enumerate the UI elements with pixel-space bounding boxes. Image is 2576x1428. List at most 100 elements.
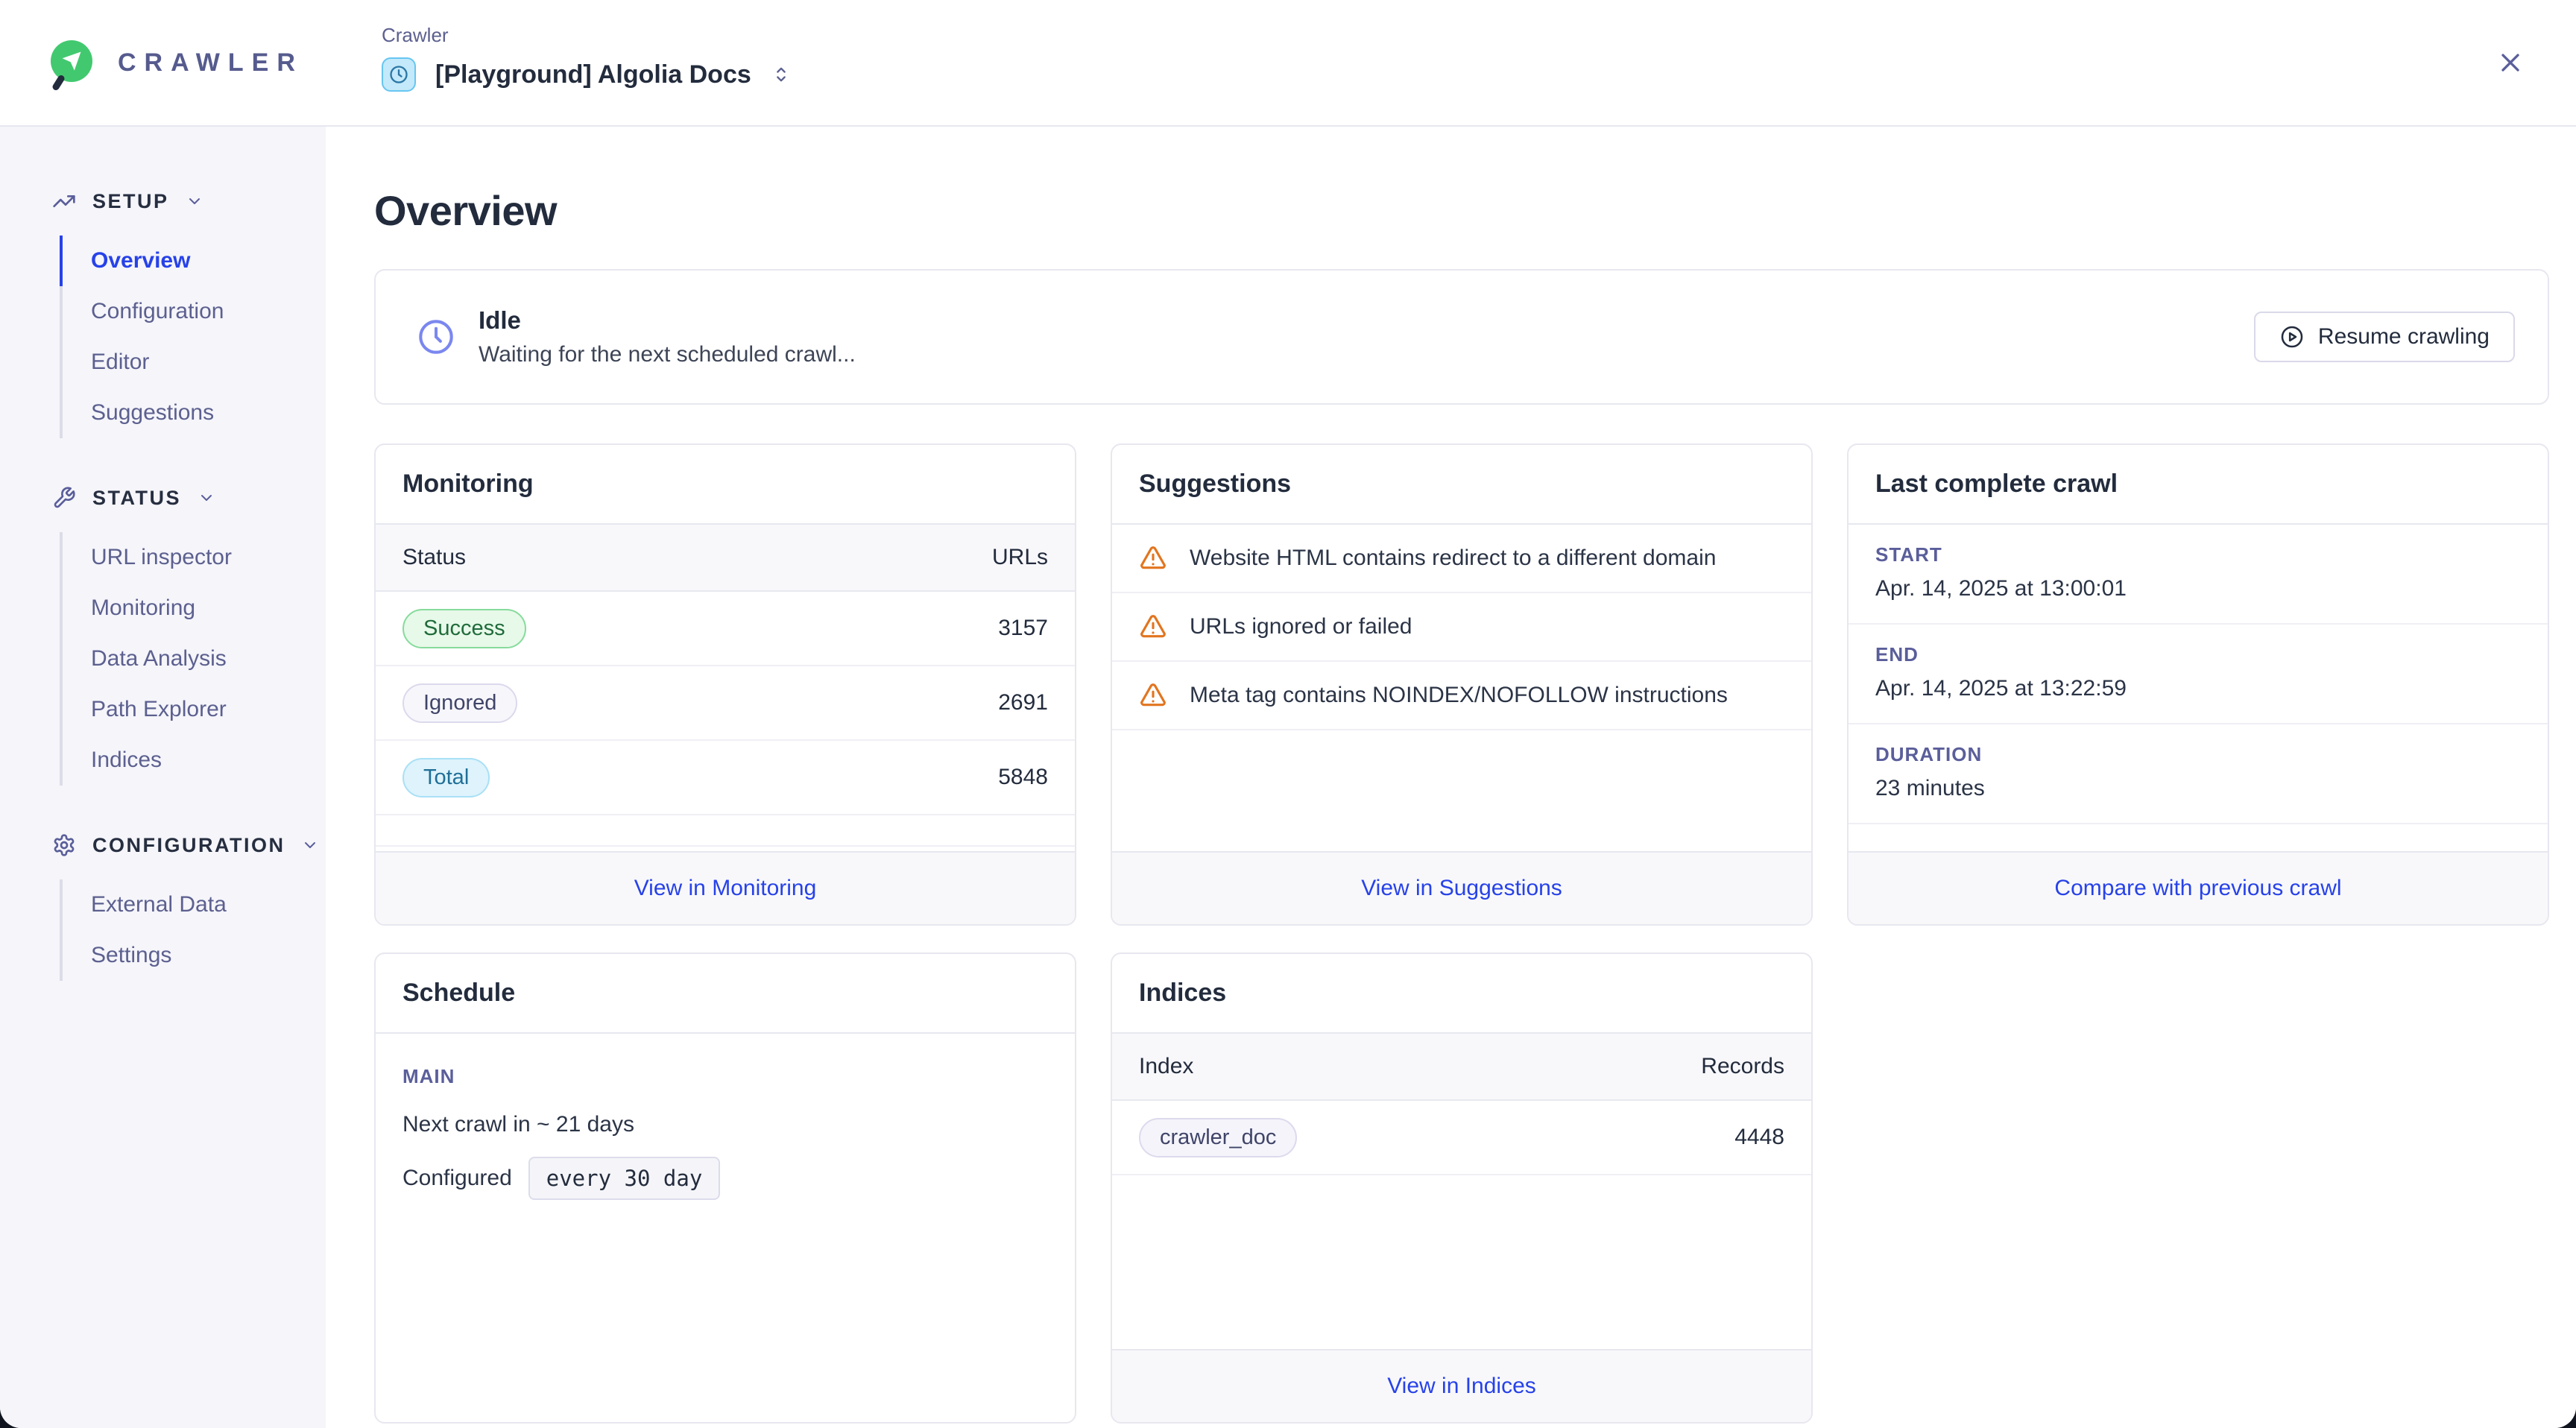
close-button[interactable] xyxy=(2494,46,2527,79)
last-crawl-card-title: Last complete crawl xyxy=(1849,445,2548,525)
app-header: CRAWLER Crawler [Playground] Algolia Doc… xyxy=(0,0,2576,127)
suggestions-card-title: Suggestions xyxy=(1112,445,1811,525)
column-status: Status xyxy=(402,545,466,570)
last-complete-crawl-card: Last complete crawl START Apr. 14, 2025 … xyxy=(1847,443,2549,926)
sidebar-item-monitoring[interactable]: Monitoring xyxy=(60,583,326,634)
crawler-selector[interactable]: Crawler [Playground] Algolia Docs xyxy=(382,24,792,92)
sidebar-section-setup-header[interactable]: SETUP xyxy=(0,189,326,213)
crawl-status-title: Idle xyxy=(479,306,856,335)
last-crawl-duration-field: DURATION 23 minutes xyxy=(1849,724,2548,824)
field-label: DURATION xyxy=(1875,743,2521,766)
main-content: Overview Idle Waiting for the next sched… xyxy=(326,127,2576,1428)
sidebar-item-suggestions[interactable]: Suggestions xyxy=(60,388,326,438)
gear-icon xyxy=(52,833,76,857)
schedule-card-title: Schedule xyxy=(376,954,1075,1034)
sidebar-section-status-header[interactable]: STATUS xyxy=(0,486,326,510)
page-title: Overview xyxy=(374,186,2549,235)
last-crawl-end-field: END Apr. 14, 2025 at 13:22:59 xyxy=(1849,625,2548,724)
sidebar-item-path-explorer[interactable]: Path Explorer xyxy=(60,684,326,735)
schedule-group-label: MAIN xyxy=(402,1065,1048,1088)
sidebar-item-settings[interactable]: Settings xyxy=(60,930,326,981)
sidebar-item-data-analysis[interactable]: Data Analysis xyxy=(60,634,326,684)
suggestion-text: Website HTML contains redirect to a diff… xyxy=(1190,546,1716,571)
chevron-down-icon xyxy=(198,489,215,507)
sidebar-section-status: STATUS URL inspector Monitoring Data Ana… xyxy=(0,486,326,786)
crawler-logo: CRAWLER xyxy=(51,40,303,85)
crawler-logo-icon xyxy=(51,40,95,85)
table-row: Ignored 2691 xyxy=(376,666,1075,741)
warning-triangle-icon xyxy=(1139,681,1167,710)
last-crawl-card-footer: Compare with previous crawl xyxy=(1849,851,2548,924)
table-row: Success 3157 xyxy=(376,592,1075,666)
suggestion-item[interactable]: URLs ignored or failed xyxy=(1112,593,1811,662)
monitoring-card-footer: View in Monitoring xyxy=(376,851,1075,924)
table-row: crawler_doc 4448 xyxy=(1112,1101,1811,1175)
status-badge-total: Total xyxy=(402,758,490,797)
sidebar-section-configuration: CONFIGURATION External Data Settings xyxy=(0,833,326,981)
indices-card-footer: View in Indices xyxy=(1112,1349,1811,1422)
suggestions-card: Suggestions Website HTML contains redire… xyxy=(1111,443,1813,926)
close-icon xyxy=(2496,48,2525,78)
clock-icon xyxy=(416,317,456,357)
column-urls: URLs xyxy=(992,545,1048,570)
last-crawl-start-field: START Apr. 14, 2025 at 13:00:01 xyxy=(1849,525,2548,625)
column-records: Records xyxy=(1701,1054,1784,1079)
sidebar-item-editor[interactable]: Editor xyxy=(60,337,326,388)
indices-card-title: Indices xyxy=(1112,954,1811,1034)
schedule-card: Schedule MAIN Next crawl in ~ 21 days Co… xyxy=(374,952,1076,1424)
suggestion-text: URLs ignored or failed xyxy=(1190,614,1412,639)
sidebar-item-url-inspector[interactable]: URL inspector xyxy=(60,532,326,583)
indices-card: Indices Index Records crawler_doc 4448 V… xyxy=(1111,952,1813,1424)
suggestion-item[interactable]: Meta tag contains NOINDEX/NOFOLLOW instr… xyxy=(1112,662,1811,730)
play-circle-icon xyxy=(2279,324,2305,350)
warning-triangle-icon xyxy=(1139,544,1167,572)
suggestion-item[interactable]: Website HTML contains redirect to a diff… xyxy=(1112,525,1811,593)
resume-crawling-label: Resume crawling xyxy=(2318,324,2490,350)
suggestions-card-footer: View in Suggestions xyxy=(1112,851,1811,924)
empty-row xyxy=(376,815,1075,847)
suggestion-text: Meta tag contains NOINDEX/NOFOLLOW instr… xyxy=(1190,683,1728,708)
sidebar: SETUP Overview Configuration Editor Sugg… xyxy=(0,127,326,1428)
urls-count: 2691 xyxy=(998,690,1048,715)
chevron-down-icon xyxy=(186,192,203,210)
sidebar-section-setup: SETUP Overview Configuration Editor Sugg… xyxy=(0,189,326,438)
crawl-status-subtitle: Waiting for the next scheduled crawl... xyxy=(479,342,856,367)
index-name-pill[interactable]: crawler_doc xyxy=(1139,1118,1297,1157)
monitoring-card-title: Monitoring xyxy=(376,445,1075,525)
chevron-down-icon xyxy=(301,836,319,854)
sidebar-item-external-data[interactable]: External Data xyxy=(60,879,326,930)
crawler-clock-tile-icon xyxy=(382,57,416,92)
records-count: 4448 xyxy=(1734,1125,1784,1150)
view-in-monitoring-link[interactable]: View in Monitoring xyxy=(634,876,817,900)
field-value: 23 minutes xyxy=(1875,776,2521,801)
status-badge-ignored: Ignored xyxy=(402,683,517,723)
table-row: Total 5848 xyxy=(376,741,1075,815)
crawl-status-banner: Idle Waiting for the next scheduled craw… xyxy=(374,269,2549,405)
urls-count: 5848 xyxy=(998,765,1048,790)
field-value: Apr. 14, 2025 at 13:22:59 xyxy=(1875,676,2521,701)
next-crawl-text: Next crawl in ~ 21 days xyxy=(402,1112,1048,1137)
sidebar-item-configuration[interactable]: Configuration xyxy=(60,286,326,337)
urls-count: 3157 xyxy=(998,616,1048,641)
sidebar-item-overview[interactable]: Overview xyxy=(60,236,326,286)
compare-previous-crawl-link[interactable]: Compare with previous crawl xyxy=(2054,876,2341,900)
field-label: START xyxy=(1875,543,2521,566)
sidebar-item-indices[interactable]: Indices xyxy=(60,735,326,786)
crawler-selector-label: Crawler xyxy=(382,24,792,47)
chevrons-up-down-icon[interactable] xyxy=(771,64,792,85)
resume-crawling-button[interactable]: Resume crawling xyxy=(2254,312,2515,362)
sidebar-section-label: CONFIGURATION xyxy=(92,834,285,857)
view-in-indices-link[interactable]: View in Indices xyxy=(1387,1374,1536,1398)
warning-triangle-icon xyxy=(1139,613,1167,641)
trending-up-icon xyxy=(52,189,76,213)
sidebar-section-label: SETUP xyxy=(92,190,169,213)
view-in-suggestions-link[interactable]: View in Suggestions xyxy=(1361,876,1562,900)
crawler-app-window: CRAWLER Crawler [Playground] Algolia Doc… xyxy=(0,0,2576,1428)
monitoring-card: Monitoring Status URLs Success 3157 Igno… xyxy=(374,443,1076,926)
brand-name: CRAWLER xyxy=(118,48,303,78)
indices-table-header: Index Records xyxy=(1112,1034,1811,1101)
status-badge-success: Success xyxy=(402,609,526,648)
sidebar-section-configuration-header[interactable]: CONFIGURATION xyxy=(0,833,326,857)
field-label: END xyxy=(1875,643,2521,666)
column-index: Index xyxy=(1139,1054,1193,1079)
